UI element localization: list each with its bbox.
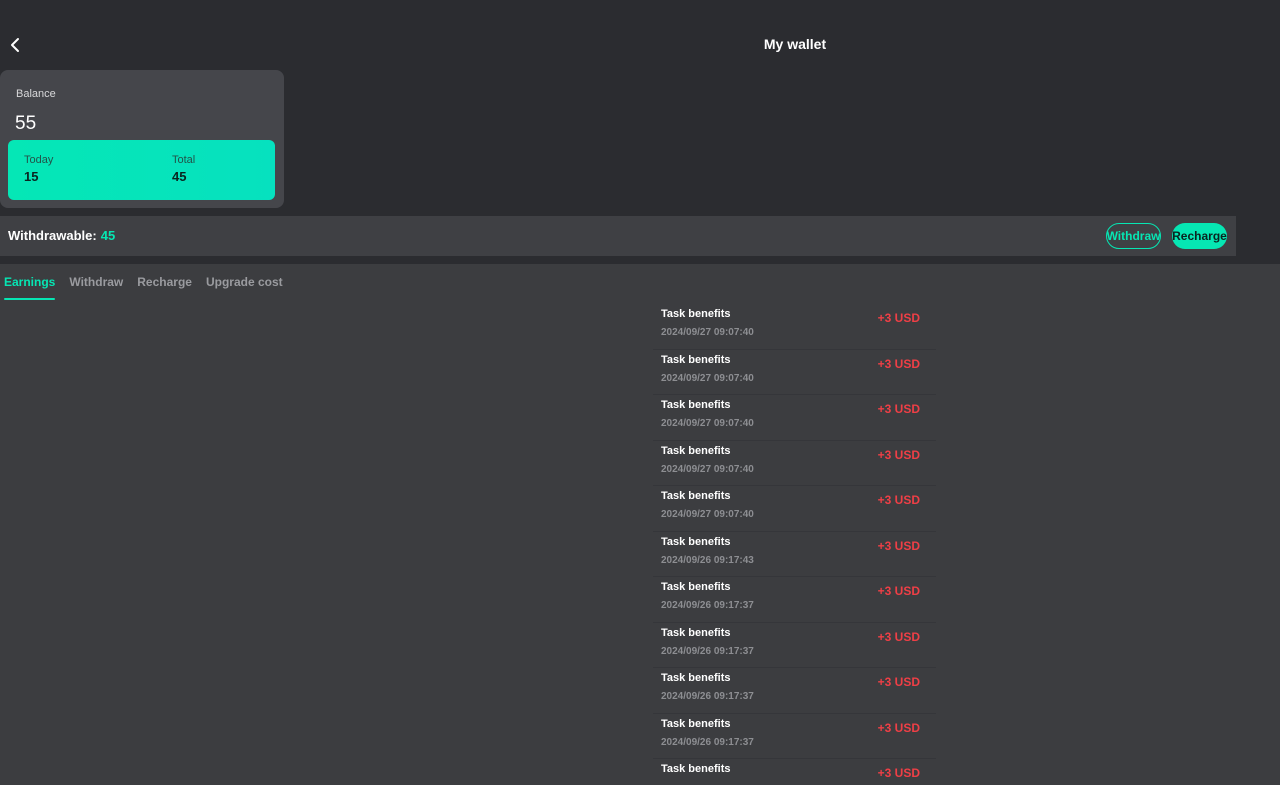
record-amount: +3 USD — [877, 629, 920, 644]
record-title: Task benefits — [661, 626, 731, 639]
record-time: 2024/09/27 09:07:40 — [661, 509, 754, 520]
list-item: Task benefits 2024/09/27 09:07:40 +3 USD — [653, 441, 936, 486]
list-item: Task benefits 2024/09/26 09:17:37 +3 USD — [653, 577, 936, 623]
earnings-stats: Today 15 Total 45 — [8, 140, 275, 200]
today-value: 15 — [24, 169, 39, 184]
record-time: 2024/09/26 09:17:43 — [661, 554, 754, 566]
total-stat: Total 45 — [172, 154, 195, 184]
withdraw-button[interactable]: Withdraw — [1106, 223, 1161, 249]
list-item: Task benefits 2024/09/27 09:07:40 +3 USD — [653, 486, 936, 532]
record-time: 2024/09/27 09:07:40 — [661, 327, 754, 338]
today-stat: Today 15 — [24, 154, 53, 184]
record-time: 2024/09/26 09:17:37 — [661, 645, 754, 657]
record-amount: +3 USD — [877, 766, 920, 780]
balance-value: 55 — [15, 113, 37, 134]
record-title: Task benefits — [661, 717, 731, 730]
record-amount: +3 USD — [877, 402, 920, 416]
record-time: 2024/09/27 09:07:40 — [661, 418, 754, 429]
record-amount: +3 USD — [877, 311, 920, 325]
list-item: Task benefits 2024/09/26 09:17:37 +3 USD — [653, 623, 936, 668]
withdrawable-bar: Withdrawable: 45 Withdraw Recharge — [0, 216, 1236, 256]
record-title: Task benefits — [661, 353, 731, 366]
record-amount: +3 USD — [877, 493, 920, 507]
total-value: 45 — [172, 169, 187, 184]
record-time: 2024/09/27 09:07:40 — [661, 463, 754, 475]
record-title: Task benefits — [661, 490, 731, 502]
tab-earnings[interactable]: Earnings — [4, 272, 56, 300]
today-label: Today — [24, 154, 54, 166]
record-title: Task benefits — [661, 581, 731, 593]
record-title: Task benefits — [661, 399, 731, 411]
wallet-page: My wallet Balance 55 Today 15 Total 45 W… — [0, 0, 1280, 785]
list-item: Task benefits 2024/09/26 09:17:37 +3 USD — [653, 668, 936, 714]
list-item: Task benefits 2024/09/26 09:17:37 +3 USD — [653, 714, 936, 759]
tab-withdraw[interactable]: Withdraw — [69, 272, 123, 300]
tab-upgrade-cost[interactable]: Upgrade cost — [206, 272, 283, 300]
record-title: Task benefits — [661, 308, 731, 320]
list-item: Task benefits 2024/09/27 09:07:40 +3 USD — [653, 350, 936, 395]
tab-recharge[interactable]: Recharge — [137, 272, 192, 300]
withdrawable-amount: 45 — [100, 228, 116, 243]
balance-label: Balance — [16, 88, 56, 100]
record-time: 2024/09/26 09:17:37 — [661, 736, 754, 748]
list-item: Task benefits 2024/09/27 09:07:40 +3 USD — [653, 395, 936, 441]
list-item: Task benefits 2024/09/27 09:07:40 +3 USD — [653, 304, 936, 350]
record-amount: +3 USD — [877, 584, 920, 598]
record-title: Task benefits — [661, 444, 731, 457]
record-title: Task benefits — [661, 763, 731, 775]
total-label: Total — [172, 154, 196, 166]
list-item: Task benefits 2024/09/26 09:17:43 +3 USD — [653, 532, 936, 577]
balance-card: Balance 55 Today 15 Total 45 — [0, 70, 284, 208]
record-amount: +3 USD — [877, 675, 920, 689]
record-time: 2024/09/26 09:17:37 — [661, 691, 754, 702]
record-amount: +3 USD — [877, 356, 920, 371]
recharge-button[interactable]: Recharge — [1172, 223, 1227, 249]
record-time: 2024/09/26 09:17:37 — [661, 600, 754, 611]
records-list: Task benefits 2024/09/27 09:07:40 +3 USD… — [653, 304, 936, 785]
record-amount: +3 USD — [877, 538, 920, 553]
record-time: 2024/09/27 09:07:40 — [661, 372, 754, 384]
record-title: Task benefits — [661, 672, 731, 684]
record-title: Task benefits — [661, 535, 731, 548]
record-tabs: Earnings Withdraw Recharge Upgrade cost — [0, 272, 293, 302]
page-title: My wallet — [763, 36, 827, 52]
list-item: Task benefits +3 USD — [653, 759, 936, 785]
record-amount: +3 USD — [877, 720, 920, 735]
withdrawable-info: Withdrawable: 45 — [8, 228, 115, 243]
record-amount: +3 USD — [877, 447, 920, 462]
withdrawable-label: Withdrawable: — [8, 228, 97, 243]
